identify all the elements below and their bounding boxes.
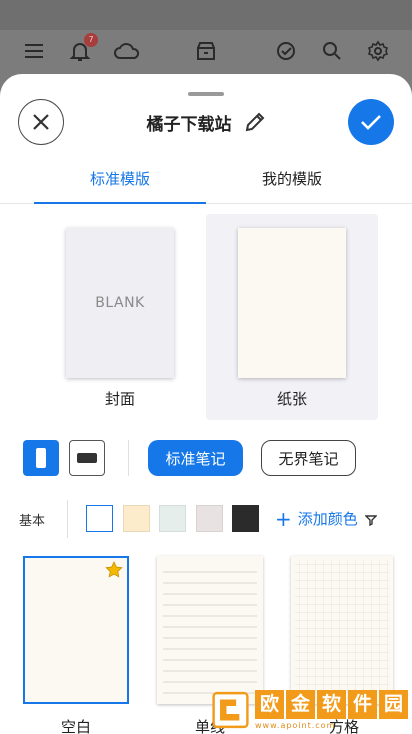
paper-blank-label: 空白 <box>60 718 91 734</box>
paper-style-grid[interactable] <box>291 556 393 704</box>
grid-pattern <box>295 560 389 700</box>
color-swatch-black[interactable] <box>232 505 259 532</box>
active-tab-indicator <box>34 202 206 204</box>
basic-colors-label: 基本 <box>19 514 46 529</box>
template-cover[interactable]: BLANK 封面 <box>34 214 206 420</box>
cover-preview: BLANK <box>66 228 174 378</box>
tab-standard-templates[interactable]: 标准模版 <box>34 168 206 189</box>
sheet-drag-handle[interactable] <box>188 92 224 96</box>
watermark-text: 欧金软件园 www.apoint.com <box>255 690 408 730</box>
paper-style-lined[interactable] <box>157 556 263 704</box>
watermark-url: www.apoint.com <box>255 721 336 730</box>
divider <box>128 440 129 476</box>
pencil-icon[interactable] <box>244 111 266 133</box>
color-swatch-cream[interactable] <box>123 505 150 532</box>
watermark-chars: 欧金软件园 <box>255 690 408 719</box>
plus-icon: + <box>275 506 292 531</box>
tab-my-templates[interactable]: 我的模版 <box>206 168 378 189</box>
landscape-orientation-button[interactable] <box>69 440 105 476</box>
landscape-icon <box>77 453 97 463</box>
notification-badge: 7 <box>84 33 98 47</box>
check-circle-icon <box>273 38 299 64</box>
watermark-logo <box>212 691 249 729</box>
infinite-notes-button[interactable]: 无界笔记 <box>261 440 356 476</box>
star-icon <box>105 561 123 578</box>
search-icon <box>319 38 345 64</box>
eyedropper-icon[interactable] <box>364 511 378 530</box>
paper-style-blank[interactable] <box>23 556 129 704</box>
add-color-button[interactable]: + 添加颜色 <box>275 508 358 529</box>
store-icon <box>193 38 219 64</box>
template-paper-label: 纸张 <box>276 390 307 408</box>
color-swatch-rose-gray[interactable] <box>196 505 223 532</box>
confirm-button[interactable] <box>348 99 394 145</box>
lined-pattern <box>163 571 257 694</box>
gear-icon <box>365 38 391 64</box>
check-icon <box>361 115 381 130</box>
template-tabs: 标准模版 我的模版 <box>0 158 412 204</box>
portrait-orientation-button[interactable] <box>23 440 59 476</box>
notebook-title[interactable]: 橘子下载站 <box>147 110 232 135</box>
template-paper[interactable]: 纸张 <box>206 214 378 420</box>
color-swatch-white[interactable] <box>86 505 113 532</box>
cloud-icon <box>112 38 142 64</box>
menu-icon <box>21 38 47 64</box>
color-swatch-mint[interactable] <box>159 505 186 532</box>
paper-preview <box>238 228 346 378</box>
portrait-icon <box>36 448 46 468</box>
standard-notes-button[interactable]: 标准笔记 <box>148 440 243 476</box>
divider <box>67 500 68 538</box>
status-bar <box>0 0 412 30</box>
template-cover-label: 封面 <box>104 390 135 408</box>
add-color-label: 添加颜色 <box>297 510 358 528</box>
site-watermark: 欧金软件园 www.apoint.com <box>212 686 408 734</box>
new-notebook-sheet: 橘子下载站 标准模版 我的模版 BLANK 封面 纸张 标准笔记 无界笔记 基本… <box>0 74 412 734</box>
